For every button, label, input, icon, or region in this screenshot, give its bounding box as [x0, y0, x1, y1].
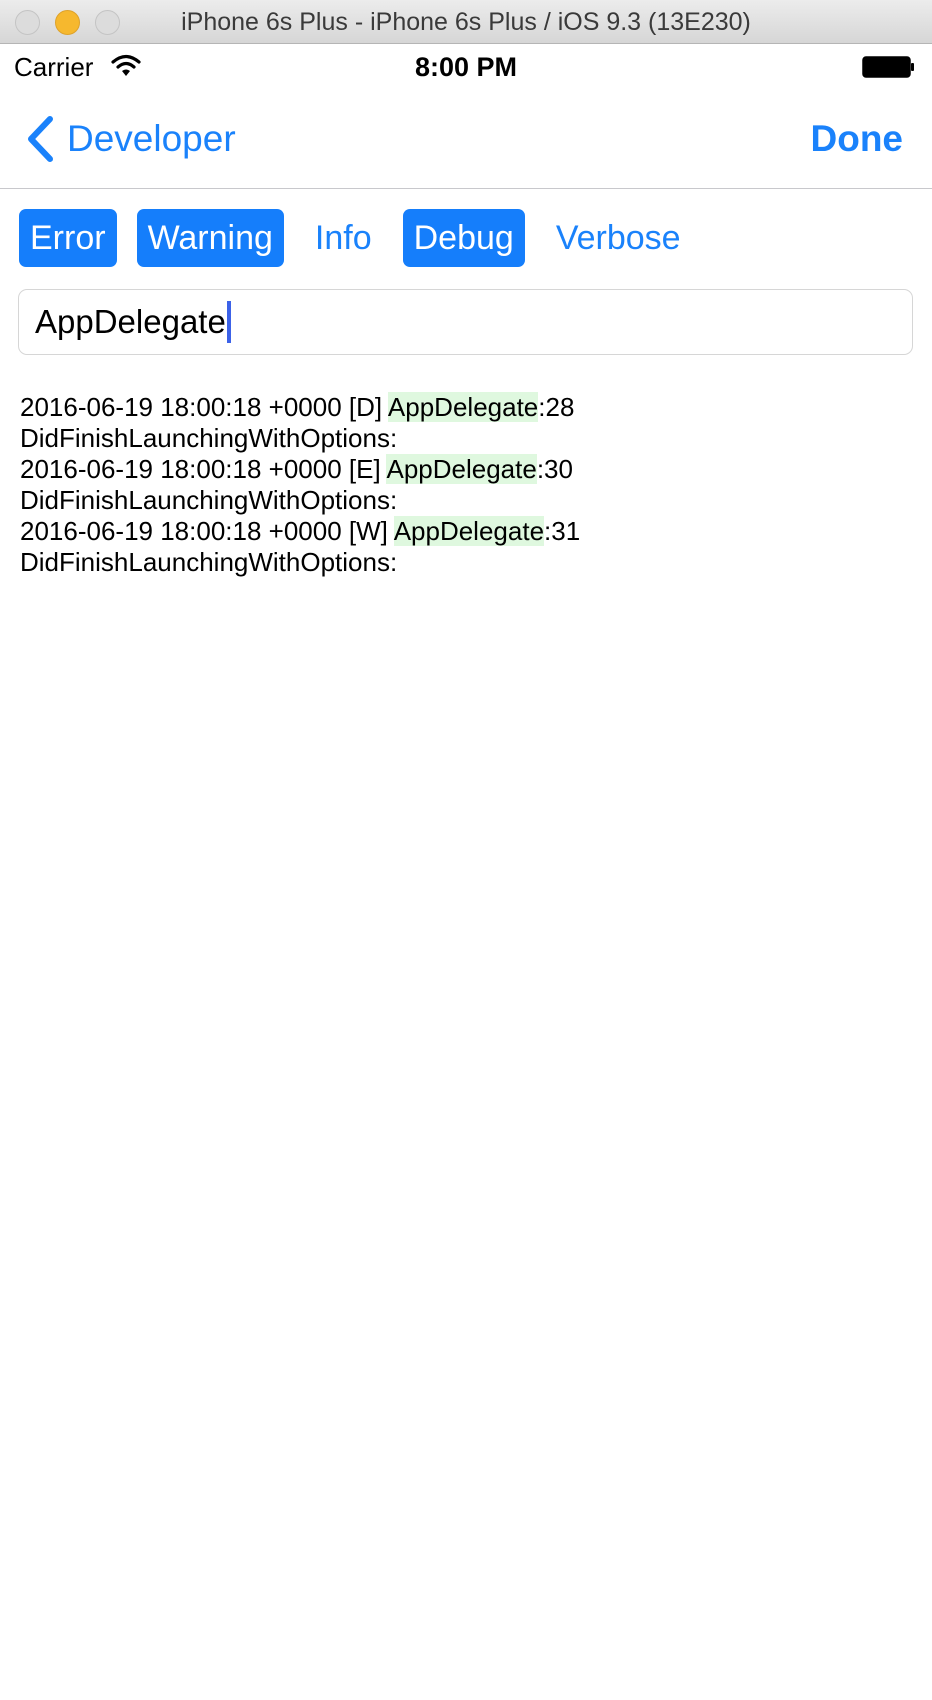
search-field[interactable]: AppDelegate	[18, 289, 913, 355]
search-input-value: AppDelegate	[35, 303, 226, 340]
log-entry-match-highlight: AppDelegate	[393, 516, 545, 546]
log-entry-header: 2016-06-19 18:00:18 +0000 [E] AppDelegat…	[20, 454, 910, 485]
filter-error-button[interactable]: Error	[19, 209, 117, 267]
log-entry-match-highlight: AppDelegate	[386, 454, 537, 484]
log-entry-message: DidFinishLaunchingWithOptions:	[20, 547, 398, 577]
filter-verbose-button[interactable]: Verbose	[545, 209, 692, 267]
log-entry-header: 2016-06-19 18:00:18 +0000 [D] AppDelegat…	[20, 392, 910, 423]
log-entry-line-number: :31	[544, 516, 581, 546]
battery-icon	[862, 56, 914, 78]
navigation-bar: Developer Done	[0, 90, 932, 189]
log-entry-match-highlight: AppDelegate	[387, 392, 539, 422]
filter-info-button[interactable]: Info	[304, 209, 383, 267]
log-entry-prefix: 2016-06-19 18:00:18 +0000 [W]	[20, 516, 394, 546]
chevron-left-icon	[28, 116, 53, 162]
back-button[interactable]: Developer	[25, 114, 236, 164]
log-entry-message: DidFinishLaunchingWithOptions:	[20, 423, 398, 453]
window-title: iPhone 6s Plus - iPhone 6s Plus / iOS 9.…	[181, 8, 751, 36]
filter-debug-button[interactable]: Debug	[402, 209, 525, 267]
simulator-window: iPhone 6s Plus - iPhone 6s Plus / iOS 9.…	[0, 0, 932, 1700]
log-entry-prefix: 2016-06-19 18:00:18 +0000 [E]	[20, 454, 387, 484]
log-entry: 2016-06-19 18:00:18 +0000 [D] AppDelegat…	[20, 392, 910, 454]
log-entry-header: 2016-06-19 18:00:18 +0000 [W] AppDelegat…	[20, 516, 910, 547]
log-entry-line-number: :30	[536, 454, 573, 484]
back-button-label: Developer	[67, 118, 236, 159]
log-level-filters: Error Warning Info Debug Verbose	[19, 209, 712, 267]
text-cursor	[226, 301, 231, 343]
log-output: 2016-06-19 18:00:18 +0000 [D] AppDelegat…	[20, 392, 910, 578]
done-button[interactable]: Done	[811, 118, 904, 160]
log-entry: 2016-06-19 18:00:18 +0000 [W] AppDelegat…	[20, 516, 910, 578]
filter-warning-button[interactable]: Warning	[136, 209, 284, 267]
log-entry-message: DidFinishLaunchingWithOptions:	[20, 485, 398, 515]
status-time: 8:00 PM	[414, 52, 518, 82]
status-bar: Carrier 8:00 PM	[0, 44, 932, 90]
window-titlebar: iPhone 6s Plus - iPhone 6s Plus / iOS 9.…	[0, 0, 932, 44]
log-entry: 2016-06-19 18:00:18 +0000 [E] AppDelegat…	[20, 454, 910, 516]
log-entry-line-number: :28	[538, 392, 575, 422]
log-entry-prefix: 2016-06-19 18:00:18 +0000 [D]	[20, 392, 388, 422]
